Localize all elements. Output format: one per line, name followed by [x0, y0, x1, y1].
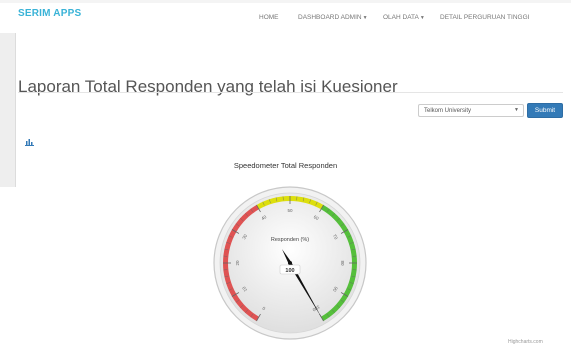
- nav-dashboard-admin-label: DASHBOARD ADMIN: [298, 14, 362, 21]
- brand-logo[interactable]: SERIM APPS: [18, 8, 81, 19]
- gauge-chart: 0102030405060708090100 Responden (%) 100: [213, 186, 367, 340]
- credits-link[interactable]: Highcharts.com: [508, 339, 543, 345]
- gauge-value-label: 100: [285, 268, 294, 274]
- bar-chart-icon[interactable]: [25, 138, 34, 146]
- page-title: Laporan Total Responden yang telah isi K…: [18, 77, 398, 97]
- nav-detail-label: DETAIL PERGURUAN TINGGI: [440, 14, 530, 21]
- nav-home[interactable]: HOME: [259, 14, 279, 21]
- gauge-label: Responden (%): [271, 237, 309, 243]
- chevron-down-icon: ▼: [514, 107, 519, 113]
- submit-button[interactable]: Submit: [527, 103, 563, 118]
- chevron-down-icon: ▼: [419, 15, 425, 21]
- university-select-value: Telkom University: [424, 108, 472, 114]
- gauge-pivot: [288, 261, 292, 265]
- nav-home-label: HOME: [259, 14, 279, 21]
- gauge-tick-label: 50: [287, 208, 293, 213]
- title-divider: [18, 92, 563, 93]
- nav-olah-data-label: OLAH DATA: [383, 14, 419, 21]
- nav-detail-perguruan-tinggi[interactable]: DETAIL PERGURUAN TINGGI: [440, 14, 529, 21]
- navbar: SERIM APPS HOME DASHBOARD ADMIN▼ OLAH DA…: [0, 3, 571, 33]
- nav-olah-data[interactable]: OLAH DATA▼: [383, 14, 425, 21]
- nav-dashboard-admin[interactable]: DASHBOARD ADMIN▼: [298, 14, 368, 21]
- chart-title: Speedometer Total Responden: [233, 161, 338, 170]
- university-select[interactable]: Telkom University ▼: [418, 104, 524, 117]
- gauge-tick-label: 80: [340, 260, 345, 266]
- chevron-down-icon: ▼: [362, 15, 368, 21]
- gauge-tick-label: 20: [235, 260, 240, 266]
